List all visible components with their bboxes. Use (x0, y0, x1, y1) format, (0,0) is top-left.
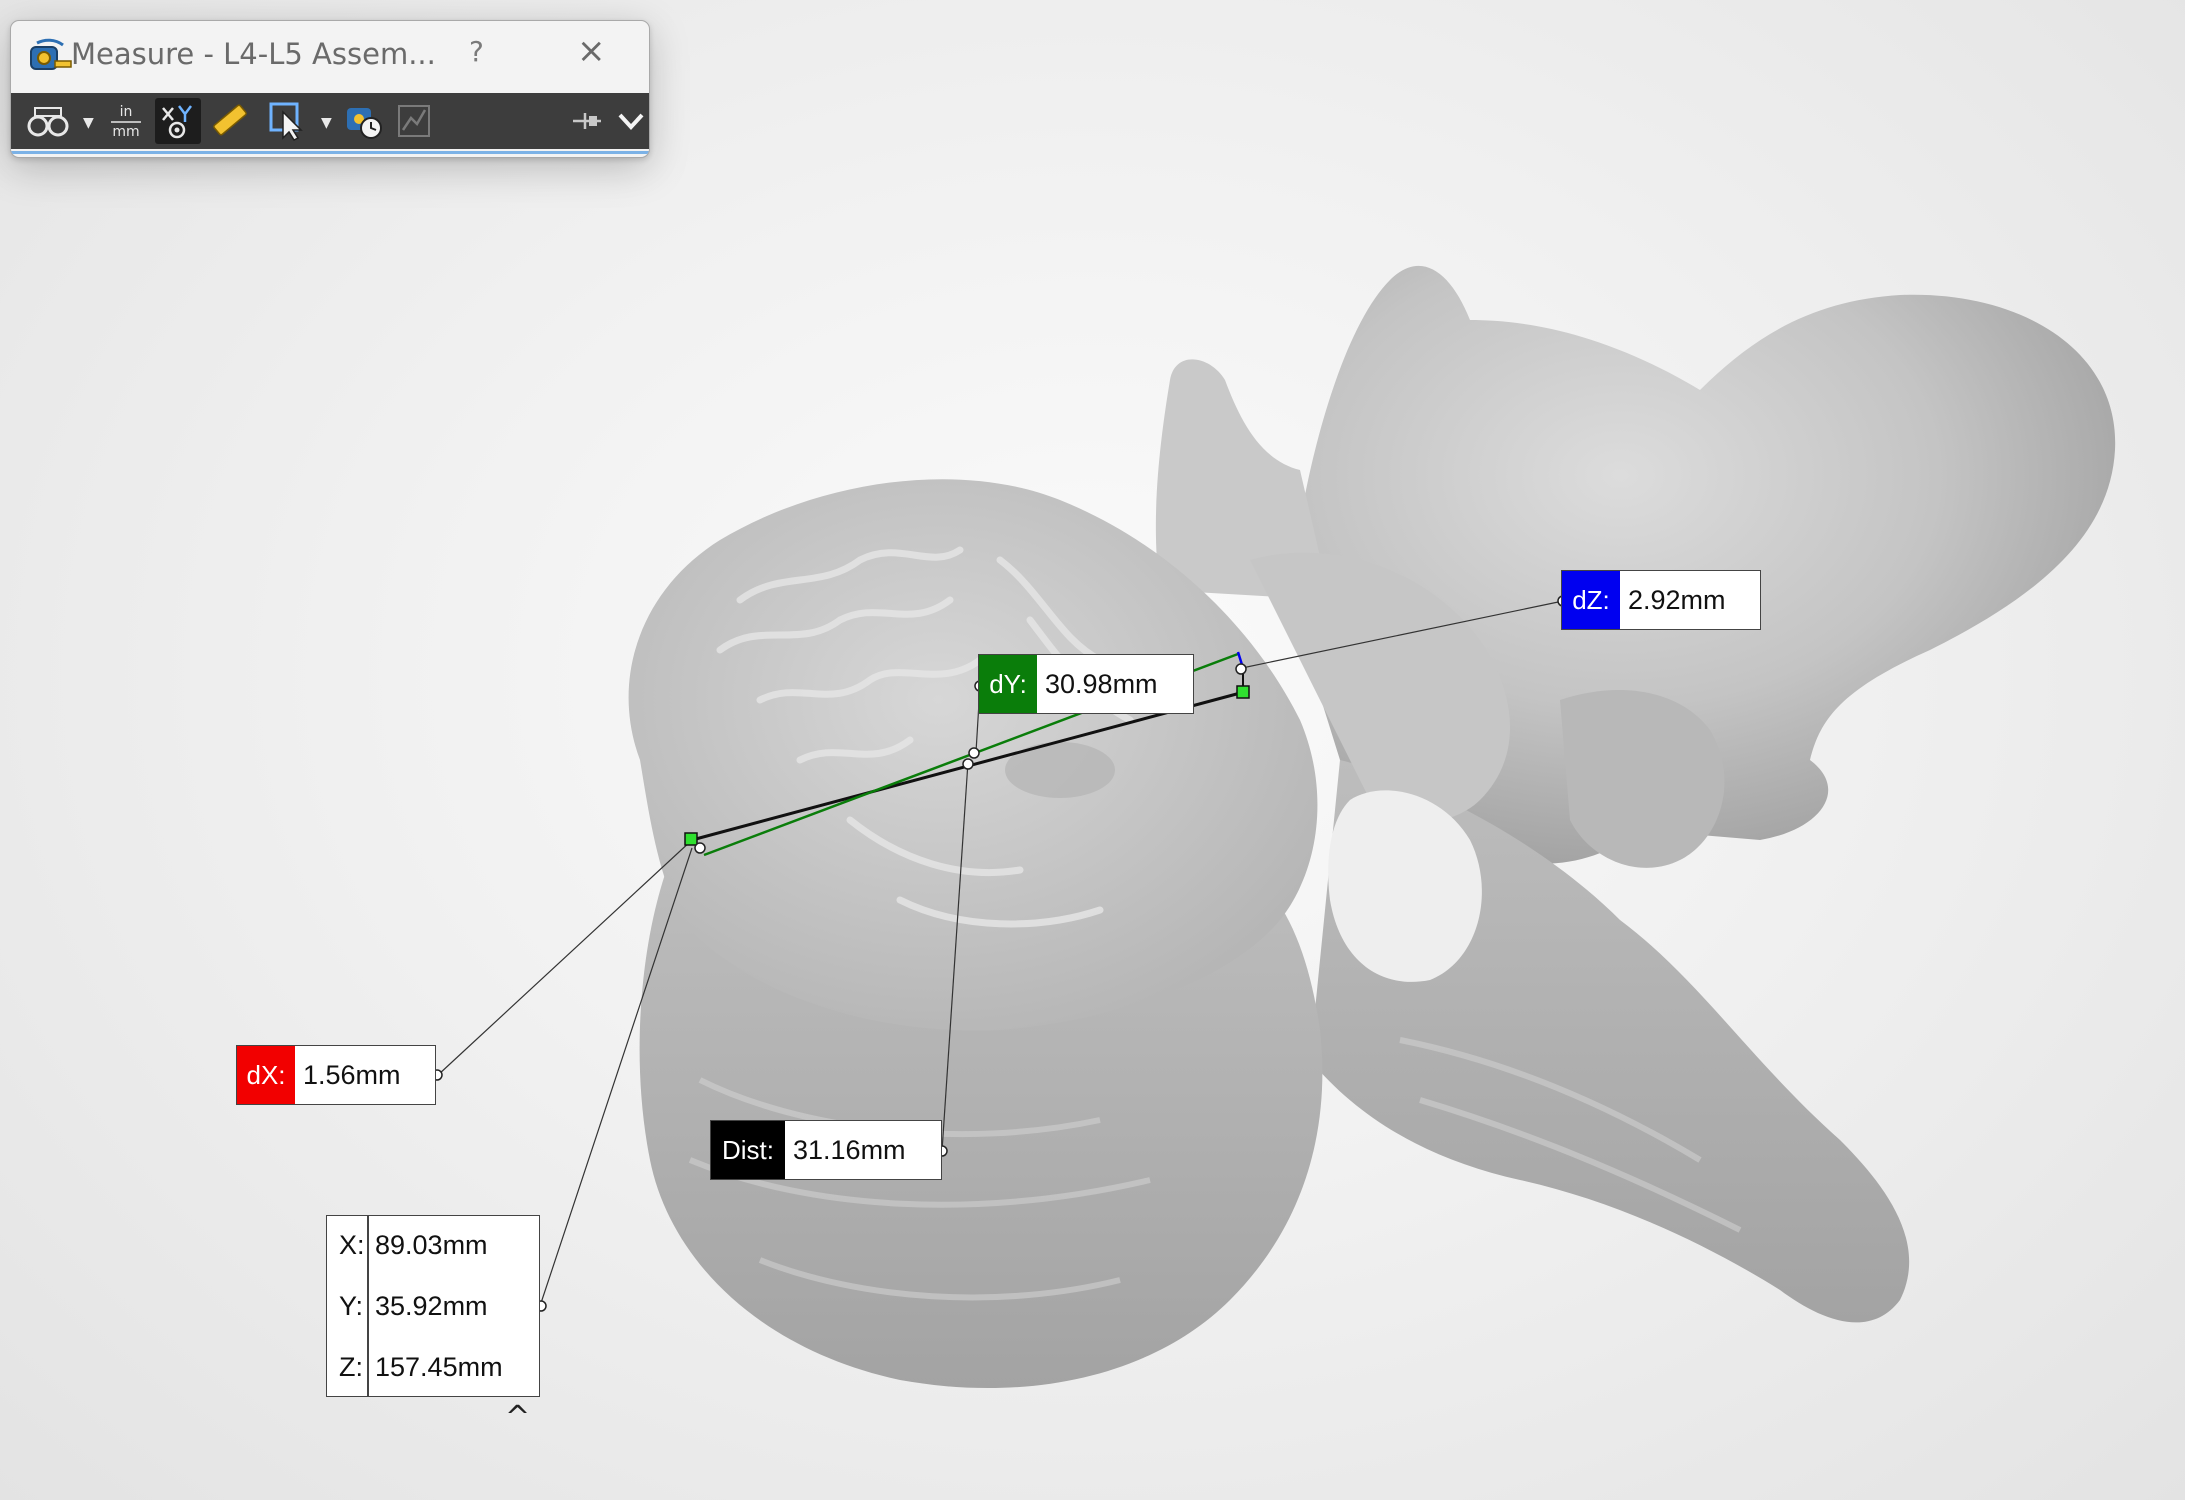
coord-y-row: Y: 35.92mm (327, 1291, 539, 1331)
create-sensor-icon[interactable] (395, 98, 435, 144)
dy-callout[interactable]: dY: 30.98mm (978, 654, 1194, 714)
measure-tape-icon (30, 38, 72, 70)
arc-circle-measurement-icon[interactable] (25, 98, 71, 144)
coord-x-row: X: 89.03mm (327, 1230, 539, 1270)
dialog-results-edge (11, 151, 649, 154)
vertebra-model[interactable] (628, 265, 2116, 1389)
selection-filter-icon[interactable] (265, 98, 311, 144)
coord-z-label: Z: (339, 1352, 363, 1382)
dy-value: 30.98mm (1045, 668, 1158, 699)
point-to-point-icon[interactable] (207, 98, 253, 144)
svg-text:mm: mm (112, 124, 139, 140)
coord-y-label: Y: (339, 1291, 364, 1321)
coord-y-value: 35.92mm (375, 1291, 488, 1321)
svg-text:in: in (120, 104, 133, 120)
measure-dialog[interactable]: Measure - L4-L5 Assem... ? × ▼ in mm ▼ (10, 20, 650, 158)
dy-label: dY: (979, 655, 1037, 713)
coord-x-label: X: (339, 1230, 365, 1260)
dz-callout[interactable]: dZ: 2.92mm (1561, 570, 1761, 630)
dist-callout[interactable]: Dist: 31.16mm (710, 1120, 942, 1180)
coord-z-value: 157.45mm (375, 1352, 503, 1382)
measure-toolbar: ▼ in mm ▼ (11, 93, 649, 149)
measure-point-start (684, 832, 698, 846)
help-button[interactable]: ? (469, 35, 484, 68)
dx-callout[interactable]: dX: 1.56mm (236, 1045, 436, 1105)
pin-icon[interactable] (567, 98, 607, 144)
dz-label: dZ: (1562, 571, 1620, 629)
coord-x-value: 89.03mm (375, 1230, 488, 1260)
point-coordinates-callout[interactable]: X: 89.03mm Y: 35.92mm Z: 157.45mm (326, 1215, 540, 1397)
close-button[interactable]: × (577, 31, 606, 71)
dist-label: Dist: (711, 1121, 785, 1179)
dx-value: 1.56mm (303, 1059, 401, 1090)
dialog-title: Measure - L4-L5 Assem... (71, 37, 436, 71)
dz-value: 2.92mm (1628, 584, 1726, 615)
expand-chevron-icon[interactable] (611, 98, 650, 144)
collapse-chevron-icon[interactable]: ^ (505, 1400, 530, 1435)
coord-z-row: Z: 157.45mm (327, 1352, 539, 1392)
measure-point-end (1236, 685, 1250, 699)
dialog-titlebar[interactable]: Measure - L4-L5 Assem... ? × (11, 21, 649, 93)
measurement-history-icon[interactable] (341, 98, 387, 144)
units-precision-icon[interactable]: in mm (103, 98, 149, 144)
dx-label: dX: (237, 1046, 295, 1104)
xyz-measurement-icon[interactable] (155, 98, 201, 144)
filter-dropdown-icon[interactable]: ▼ (321, 115, 332, 131)
arc-dropdown-icon[interactable]: ▼ (83, 115, 94, 131)
dist-value: 31.16mm (793, 1134, 906, 1165)
